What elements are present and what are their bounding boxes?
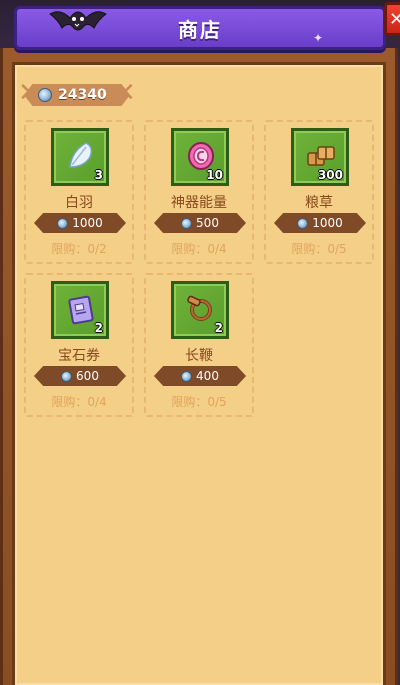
item-price: 400 bbox=[196, 369, 219, 383]
shop-item-card[interactable]: 2 长鞭 400 限购：0/5 bbox=[144, 273, 254, 417]
item-name: 粮草 bbox=[305, 195, 333, 211]
item-name: 宝石券 bbox=[58, 348, 100, 364]
purchase-limit: 限购：0/4 bbox=[171, 242, 227, 256]
item-icon-box: 10 bbox=[171, 128, 229, 186]
silver-coin-icon bbox=[181, 217, 193, 229]
item-price: 1000 bbox=[72, 216, 103, 230]
shop-item-card[interactable]: 3 白羽 1000 限购：0/2 bbox=[24, 120, 134, 264]
item-icon-box: 2 bbox=[171, 281, 229, 339]
currency-display: 24340 bbox=[24, 84, 130, 106]
item-quantity: 2 bbox=[94, 321, 103, 335]
silver-coin-icon bbox=[61, 370, 73, 382]
purchase-limit: 限购：0/5 bbox=[171, 395, 227, 409]
page-title: 商店 bbox=[178, 17, 222, 42]
shop-item-card[interactable]: 300 粮草 1000 限购：0/5 bbox=[264, 120, 374, 264]
silver-coin-icon bbox=[181, 370, 193, 382]
silver-coin-icon bbox=[297, 217, 309, 229]
silver-coin-icon bbox=[57, 217, 69, 229]
gem-voucher-icon bbox=[68, 295, 94, 325]
bat-icon bbox=[49, 11, 107, 31]
item-price: 500 bbox=[196, 216, 219, 230]
item-icon-box: 300 bbox=[291, 128, 349, 186]
buy-button[interactable]: 500 bbox=[154, 213, 246, 233]
currency-amount: 24340 bbox=[58, 87, 107, 103]
item-name: 神器能量 bbox=[171, 195, 227, 211]
purchase-limit: 限购：0/2 bbox=[51, 242, 107, 256]
item-name: 白羽 bbox=[65, 195, 93, 211]
item-icon-box: 2 bbox=[51, 281, 109, 339]
silver-coin-icon bbox=[38, 88, 52, 102]
item-quantity: 3 bbox=[94, 168, 103, 182]
item-icon-box: 3 bbox=[51, 128, 109, 186]
buy-button[interactable]: 1000 bbox=[34, 213, 126, 233]
item-price: 600 bbox=[76, 369, 99, 383]
purchase-limit: 限购：0/5 bbox=[291, 242, 347, 256]
white-feather-icon bbox=[69, 142, 93, 168]
purchase-limit: 限购：0/4 bbox=[51, 395, 107, 409]
close-button[interactable]: ✕ bbox=[384, 2, 400, 36]
shop-item-card[interactable]: 2 宝石券 600 限购：0/4 bbox=[24, 273, 134, 417]
item-quantity: 10 bbox=[206, 168, 223, 182]
item-price: 1000 bbox=[312, 216, 343, 230]
buy-button[interactable]: 1000 bbox=[274, 213, 366, 233]
buy-button[interactable]: 600 bbox=[34, 366, 126, 386]
item-quantity: 2 bbox=[214, 321, 223, 335]
sparkle-icon: ✦ bbox=[312, 31, 323, 45]
shop-item-card[interactable]: 10 神器能量 500 限购：0/4 bbox=[144, 120, 254, 264]
buy-button[interactable]: 400 bbox=[154, 366, 246, 386]
long-whip-icon bbox=[187, 295, 212, 321]
item-quantity: 300 bbox=[317, 168, 343, 182]
item-name: 长鞭 bbox=[185, 348, 213, 364]
